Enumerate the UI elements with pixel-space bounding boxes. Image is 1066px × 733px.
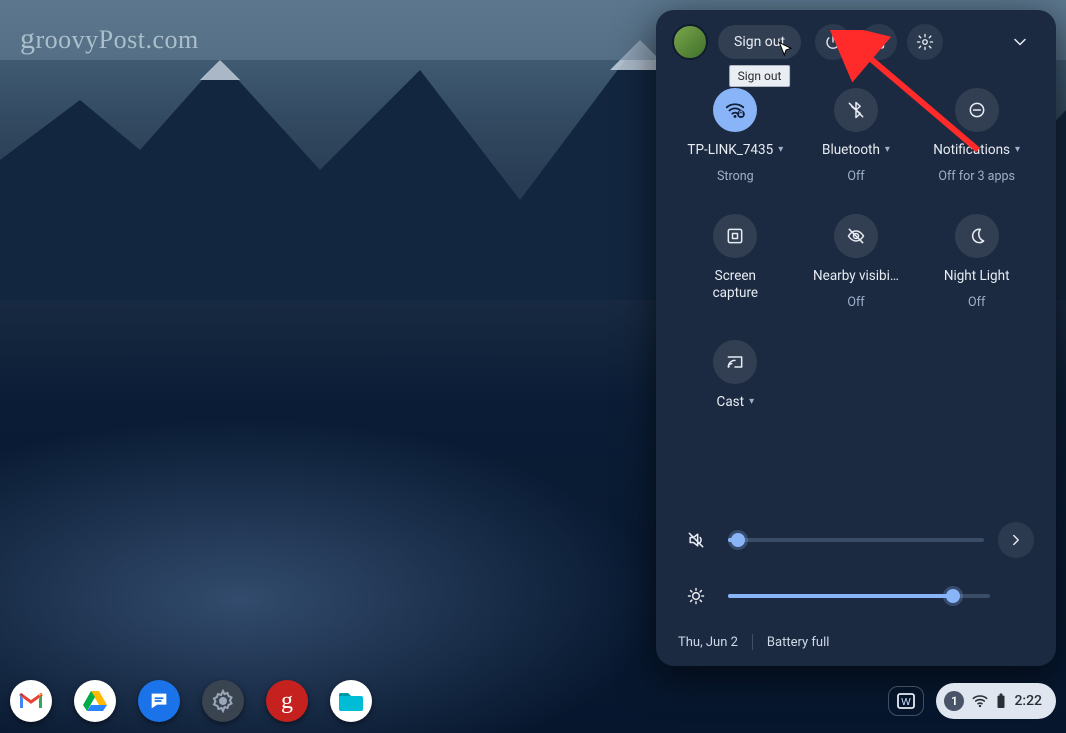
bluetooth-toggle[interactable]	[834, 88, 878, 132]
chevron-down-icon: ▾	[885, 144, 890, 157]
tile-bluetooth: Bluetooth▾ Off	[799, 88, 914, 184]
notifications-label[interactable]: Notifications▾	[933, 142, 1020, 159]
battery-icon	[996, 693, 1006, 709]
chevron-down-icon: ▾	[1015, 144, 1020, 157]
bluetooth-sublabel: Off	[847, 169, 864, 184]
nearby-visibility-sublabel: Off	[847, 295, 864, 310]
app-messages[interactable]	[138, 680, 180, 722]
bluetooth-off-icon	[846, 100, 866, 120]
notification-count-badge: 1	[944, 691, 964, 711]
panel-footer: Thu, Jun 2 Battery full	[672, 624, 1040, 652]
volume-row	[672, 512, 1040, 568]
night-light-toggle[interactable]	[955, 214, 999, 258]
lock-icon	[870, 33, 888, 51]
app-gmail[interactable]	[10, 680, 52, 722]
audio-settings-button[interactable]	[998, 522, 1034, 558]
chevron-right-icon	[1007, 531, 1025, 549]
sign-out-button[interactable]: Sign out Sign out	[718, 25, 801, 59]
tile-cast: Cast▾	[678, 340, 793, 411]
app-settings[interactable]	[202, 680, 244, 722]
sign-out-tooltip: Sign out	[729, 65, 791, 87]
folder-icon	[337, 689, 365, 713]
wifi-toggle[interactable]	[713, 88, 757, 132]
bluetooth-label[interactable]: Bluetooth▾	[822, 142, 890, 159]
ime-icon: W	[897, 693, 915, 709]
app-files[interactable]	[330, 680, 372, 722]
footer-date[interactable]: Thu, Jun 2	[678, 635, 738, 650]
volume-mute-button[interactable]	[678, 522, 714, 558]
cast-icon	[725, 352, 745, 372]
quick-settings-panel: Sign out Sign out	[656, 10, 1056, 666]
messages-icon	[148, 690, 170, 712]
visibility-off-icon	[846, 226, 866, 246]
settings-button[interactable]	[907, 24, 943, 60]
gear-icon	[211, 689, 235, 713]
power-button[interactable]	[815, 24, 851, 60]
lock-button[interactable]	[861, 24, 897, 60]
tile-screen-capture: Screencapture Screen capture	[678, 214, 793, 310]
drive-icon	[82, 689, 108, 713]
wifi-label[interactable]: TP-LINK_7435▾	[687, 142, 783, 159]
status-tray[interactable]: 1 2:22	[936, 683, 1056, 719]
screen-capture-button[interactable]	[713, 214, 757, 258]
quick-tiles-grid: TP-LINK_7435▾ Strong Bluetooth▾ Off	[672, 70, 1040, 421]
ime-button[interactable]: W	[888, 686, 924, 716]
brightness-icon	[686, 586, 706, 606]
wifi-icon	[724, 99, 746, 121]
shelf-apps: g	[10, 680, 372, 722]
app-drive[interactable]	[74, 680, 116, 722]
tile-notifications: Notifications▾ Off for 3 apps	[919, 88, 1034, 184]
chevron-down-icon	[1010, 32, 1030, 52]
nearby-visibility-toggle[interactable]	[834, 214, 878, 258]
notifications-toggle[interactable]	[955, 88, 999, 132]
app-groovypost[interactable]: g	[266, 680, 308, 722]
svg-text:W: W	[902, 697, 912, 708]
brightness-icon-area	[678, 578, 714, 614]
night-light-sublabel: Off	[968, 295, 985, 310]
status-time: 2:22	[1014, 693, 1042, 709]
gear-icon	[916, 33, 934, 51]
screen-capture-icon	[725, 226, 745, 246]
footer-battery[interactable]: Battery full	[767, 635, 829, 650]
collapse-button[interactable]	[1000, 24, 1040, 60]
sign-out-label: Sign out	[734, 34, 785, 50]
power-icon	[824, 33, 842, 51]
tile-wifi: TP-LINK_7435▾ Strong	[678, 88, 793, 184]
notifications-sublabel: Off for 3 apps	[938, 169, 1015, 184]
volume-mute-icon	[686, 530, 706, 550]
night-light-icon	[967, 226, 987, 246]
avatar[interactable]	[672, 24, 708, 60]
panel-header: Sign out Sign out	[672, 24, 1040, 60]
tile-night-light: Night Light Off	[919, 214, 1034, 310]
nearby-visibility-label: Nearby visibi…	[813, 268, 899, 285]
gmail-icon	[18, 691, 44, 711]
chevron-down-icon: ▾	[778, 144, 783, 157]
wifi-icon	[972, 694, 988, 708]
separator	[752, 634, 753, 650]
letter-g-icon: g	[281, 688, 293, 715]
chevron-down-icon: ▾	[749, 396, 754, 409]
wifi-sublabel: Strong	[717, 169, 754, 184]
cast-button[interactable]	[713, 340, 757, 384]
shelf: g W 1 2:22	[0, 675, 1066, 727]
volume-slider[interactable]	[728, 538, 984, 542]
brightness-slider[interactable]	[728, 594, 990, 598]
brightness-row	[672, 568, 1040, 624]
cast-label[interactable]: Cast▾	[717, 394, 755, 411]
tile-nearby-visibility: Nearby visibi… Off	[799, 214, 914, 310]
night-light-label: Night Light	[944, 268, 1010, 285]
screen-capture-label: Screencapture	[713, 268, 758, 302]
shelf-status-area: W 1 2:22	[888, 683, 1056, 719]
do-not-disturb-icon	[967, 100, 987, 120]
